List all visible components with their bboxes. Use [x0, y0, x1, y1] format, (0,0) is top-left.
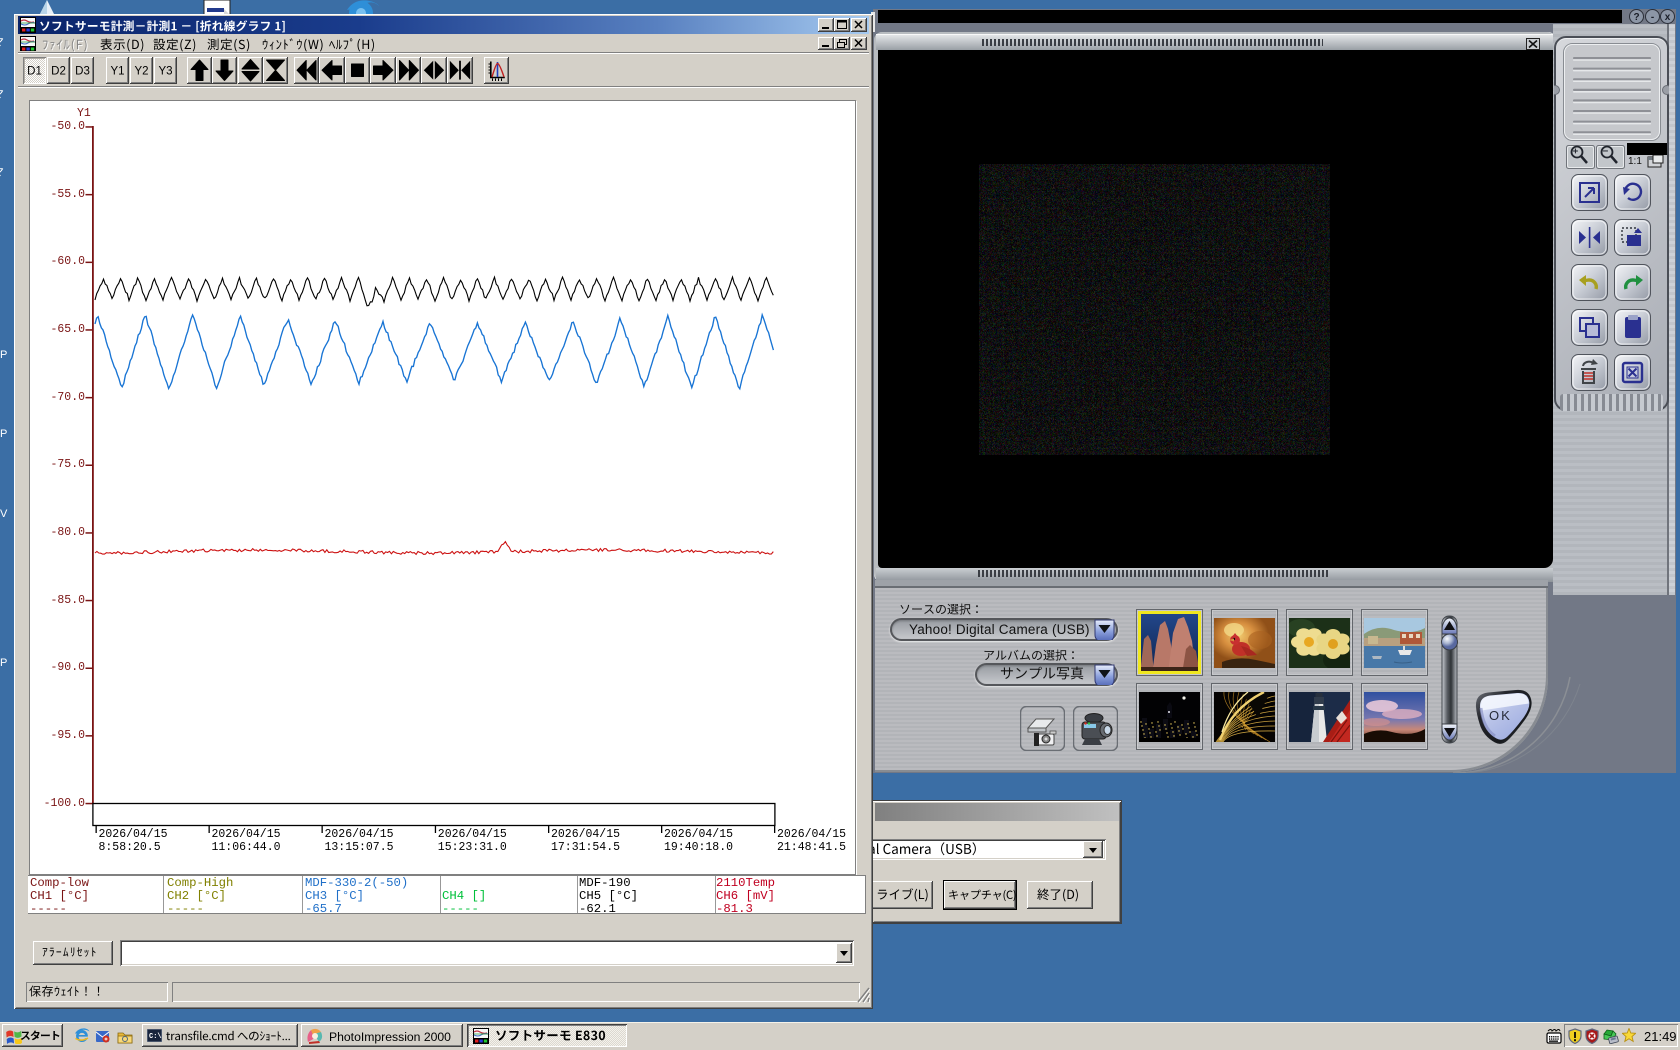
svg-text:C:\: C:\	[149, 1033, 162, 1041]
